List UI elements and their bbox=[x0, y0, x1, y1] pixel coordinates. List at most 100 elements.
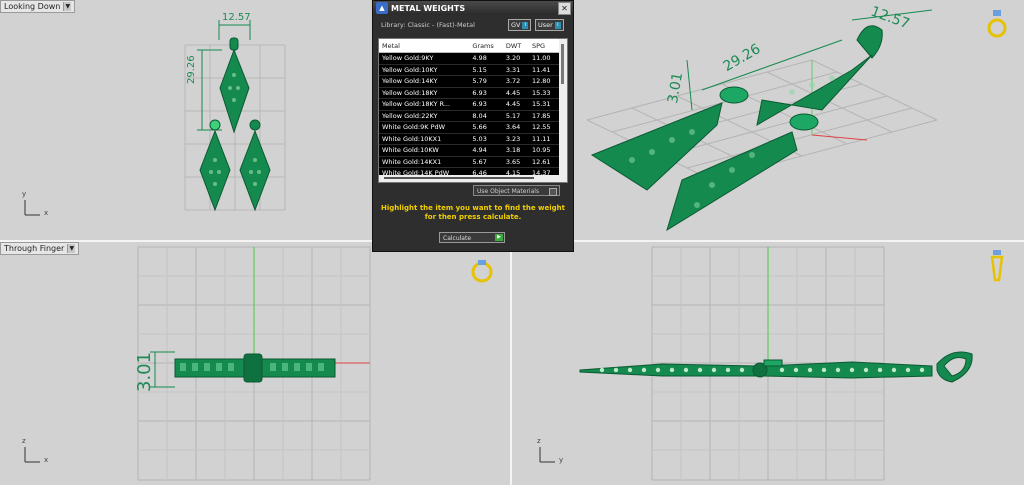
table-row[interactable]: Yellow Gold:14KY 5.79 3.72 12.80 bbox=[379, 75, 559, 88]
grams-cell: 8.04 bbox=[469, 110, 503, 122]
grams-cell: 6.93 bbox=[469, 98, 503, 111]
panel-title-bar[interactable]: ▲ METAL WEIGHTS ✕ bbox=[373, 1, 573, 15]
table-row[interactable]: Yellow Gold:10KY 5.15 3.31 11.41 bbox=[379, 64, 559, 76]
library-row: Library: Classic - (Fast)-Metal GV i User… bbox=[373, 15, 573, 35]
close-icon[interactable]: ✕ bbox=[558, 2, 571, 15]
info-icon: i bbox=[554, 21, 561, 29]
grams-cell: 5.79 bbox=[469, 75, 503, 88]
spg-cell: 15.31 bbox=[528, 98, 559, 111]
axis-x-label: x bbox=[44, 209, 49, 217]
table-row[interactable]: White Gold:9K PdW 5.66 3.64 12.55 bbox=[379, 121, 559, 134]
app-logo-icon: ▲ bbox=[376, 2, 388, 14]
user-label: User bbox=[538, 21, 553, 29]
instruction-text: Highlight the item you want to find the … bbox=[381, 204, 565, 221]
panel-title: METAL WEIGHTS bbox=[391, 3, 466, 13]
table-row[interactable]: Yellow Gold:22KY 8.04 5.17 17.85 bbox=[379, 110, 559, 122]
viewport-side[interactable]: z y bbox=[512, 242, 1024, 485]
gv-label: GV bbox=[511, 21, 521, 29]
column-header-grams[interactable]: Grams bbox=[469, 39, 503, 53]
user-toggle[interactable]: User i bbox=[535, 19, 564, 31]
viewport-divider-vertical[interactable] bbox=[510, 242, 512, 485]
earring-right-view bbox=[239, 129, 271, 212]
metal-cell: Yellow Gold:9KY bbox=[379, 52, 470, 65]
metal-cell: White Gold:9K PdW bbox=[379, 121, 470, 134]
viewport-label-through-finger[interactable]: Through Finger ▼ bbox=[0, 242, 80, 255]
spg-cell: 12.61 bbox=[528, 156, 559, 168]
pendant-bail-3d bbox=[856, 25, 883, 59]
viewport-name: Looking Down bbox=[4, 2, 61, 11]
grams-cell: 6.93 bbox=[469, 87, 503, 99]
dwt-cell: 3.18 bbox=[502, 144, 529, 157]
dwt-cell: 3.65 bbox=[502, 156, 529, 168]
column-header-dwt[interactable]: DWT bbox=[502, 39, 529, 53]
column-header-spg[interactable]: SPG bbox=[528, 39, 559, 53]
use-object-materials-checkbox[interactable]: Use Object Materials bbox=[473, 185, 560, 196]
grams-cell: 5.03 bbox=[469, 133, 503, 145]
dwt-cell: 4.45 bbox=[502, 87, 529, 99]
metal-table[interactable]: Metal Grams DWT SPG Yellow Gold:9KY 4.98 3… bbox=[378, 38, 568, 183]
metal-cell: Yellow Gold:22KY bbox=[379, 110, 470, 122]
earring-left-view bbox=[199, 129, 231, 212]
table-row[interactable]: Yellow Gold:18KY 6.93 4.45 15.33 bbox=[379, 87, 559, 99]
dwt-cell: 3.64 bbox=[502, 121, 529, 134]
grams-cell: 5.66 bbox=[469, 121, 503, 134]
spg-cell: 11.00 bbox=[528, 52, 559, 65]
spg-cell: 10.95 bbox=[528, 144, 559, 157]
column-header-metal[interactable]: Metal bbox=[379, 39, 470, 53]
axis-y-label: y bbox=[559, 456, 564, 464]
checkbox-icon[interactable] bbox=[549, 188, 557, 196]
metal-weights-panel[interactable]: ▲ METAL WEIGHTS ✕ Library: Classic - (Fa… bbox=[372, 0, 574, 252]
dwt-cell: 3.20 bbox=[502, 52, 529, 65]
table-vertical-scrollbar[interactable] bbox=[559, 39, 567, 182]
dwt-cell: 3.23 bbox=[502, 133, 529, 145]
grams-cell: 5.15 bbox=[469, 64, 503, 76]
axis-y-label: y bbox=[22, 190, 27, 198]
viewport-perspective[interactable]: 12.57 29.26 3.01 bbox=[572, 0, 1024, 240]
viewport-looking-down[interactable]: Looking Down ▼ 12.57 29.26 y x bbox=[0, 0, 370, 240]
spg-cell: 17.85 bbox=[528, 110, 559, 122]
dwt-cell: 3.31 bbox=[502, 64, 529, 76]
gv-toggle[interactable]: GV i bbox=[508, 19, 532, 31]
metal-cell: White Gold:10KW bbox=[379, 144, 470, 157]
viewport-name: Through Finger bbox=[4, 244, 65, 253]
side-view-canvas bbox=[539, 246, 973, 481]
metal-cell: White Gold:14KX1 bbox=[379, 156, 470, 168]
metal-cell: Yellow Gold:18KY R... bbox=[379, 98, 470, 111]
metal-cell: Yellow Gold:18KY bbox=[379, 87, 470, 99]
info-icon: i bbox=[522, 21, 529, 29]
dwt-cell: 4.45 bbox=[502, 98, 529, 111]
table-row[interactable]: White Gold:14KX1 5.67 3.65 12.61 bbox=[379, 156, 559, 168]
table-header-row: Metal Grams DWT SPG bbox=[379, 39, 559, 53]
calculate-label: Calculate bbox=[443, 235, 472, 242]
spg-cell: 11.41 bbox=[528, 64, 559, 76]
dimension-depth-label: 3.01 bbox=[134, 351, 155, 392]
use-object-materials-label: Use Object Materials bbox=[477, 188, 540, 195]
calculate-button[interactable]: Calculate ▶ bbox=[439, 232, 505, 243]
metal-cell: White Gold:10KX1 bbox=[379, 133, 470, 145]
viewport-label-looking-down[interactable]: Looking Down ▼ bbox=[0, 0, 76, 13]
table-row[interactable]: White Gold:10KW 4.94 3.18 10.95 bbox=[379, 144, 559, 157]
play-icon: ▶ bbox=[495, 234, 503, 241]
grams-cell: 4.98 bbox=[469, 52, 503, 65]
metal-cell: Yellow Gold:14KY bbox=[379, 75, 470, 88]
front-view-canvas bbox=[24, 246, 371, 481]
earring-top-view bbox=[219, 48, 250, 134]
dwt-cell: 3.72 bbox=[502, 75, 529, 88]
table-row[interactable]: Yellow Gold:18KY R... 6.93 4.45 15.31 bbox=[379, 98, 559, 111]
viewport-through-finger[interactable]: Through Finger ▼ 3.01 z x bbox=[0, 242, 510, 485]
table-row[interactable]: White Gold:10KX1 5.03 3.23 11.11 bbox=[379, 133, 559, 145]
table-horizontal-scrollbar[interactable] bbox=[379, 175, 567, 182]
spg-cell: 11.11 bbox=[528, 133, 559, 145]
grams-cell: 4.94 bbox=[469, 144, 503, 157]
grams-cell: 5.67 bbox=[469, 156, 503, 168]
library-label: Library: Classic - (Fast)-Metal bbox=[381, 21, 475, 29]
table-row[interactable]: Yellow Gold:9KY 4.98 3.20 11.00 bbox=[379, 52, 559, 65]
chevron-down-icon[interactable]: ▼ bbox=[67, 244, 76, 253]
metal-cell: Yellow Gold:10KY bbox=[379, 64, 470, 76]
chevron-down-icon[interactable]: ▼ bbox=[63, 2, 72, 11]
dwt-cell: 5.17 bbox=[502, 110, 529, 122]
spg-cell: 15.33 bbox=[528, 87, 559, 99]
pendant-bail bbox=[229, 37, 239, 51]
spg-cell: 12.80 bbox=[528, 75, 559, 88]
axis-z-label: z bbox=[537, 437, 541, 445]
